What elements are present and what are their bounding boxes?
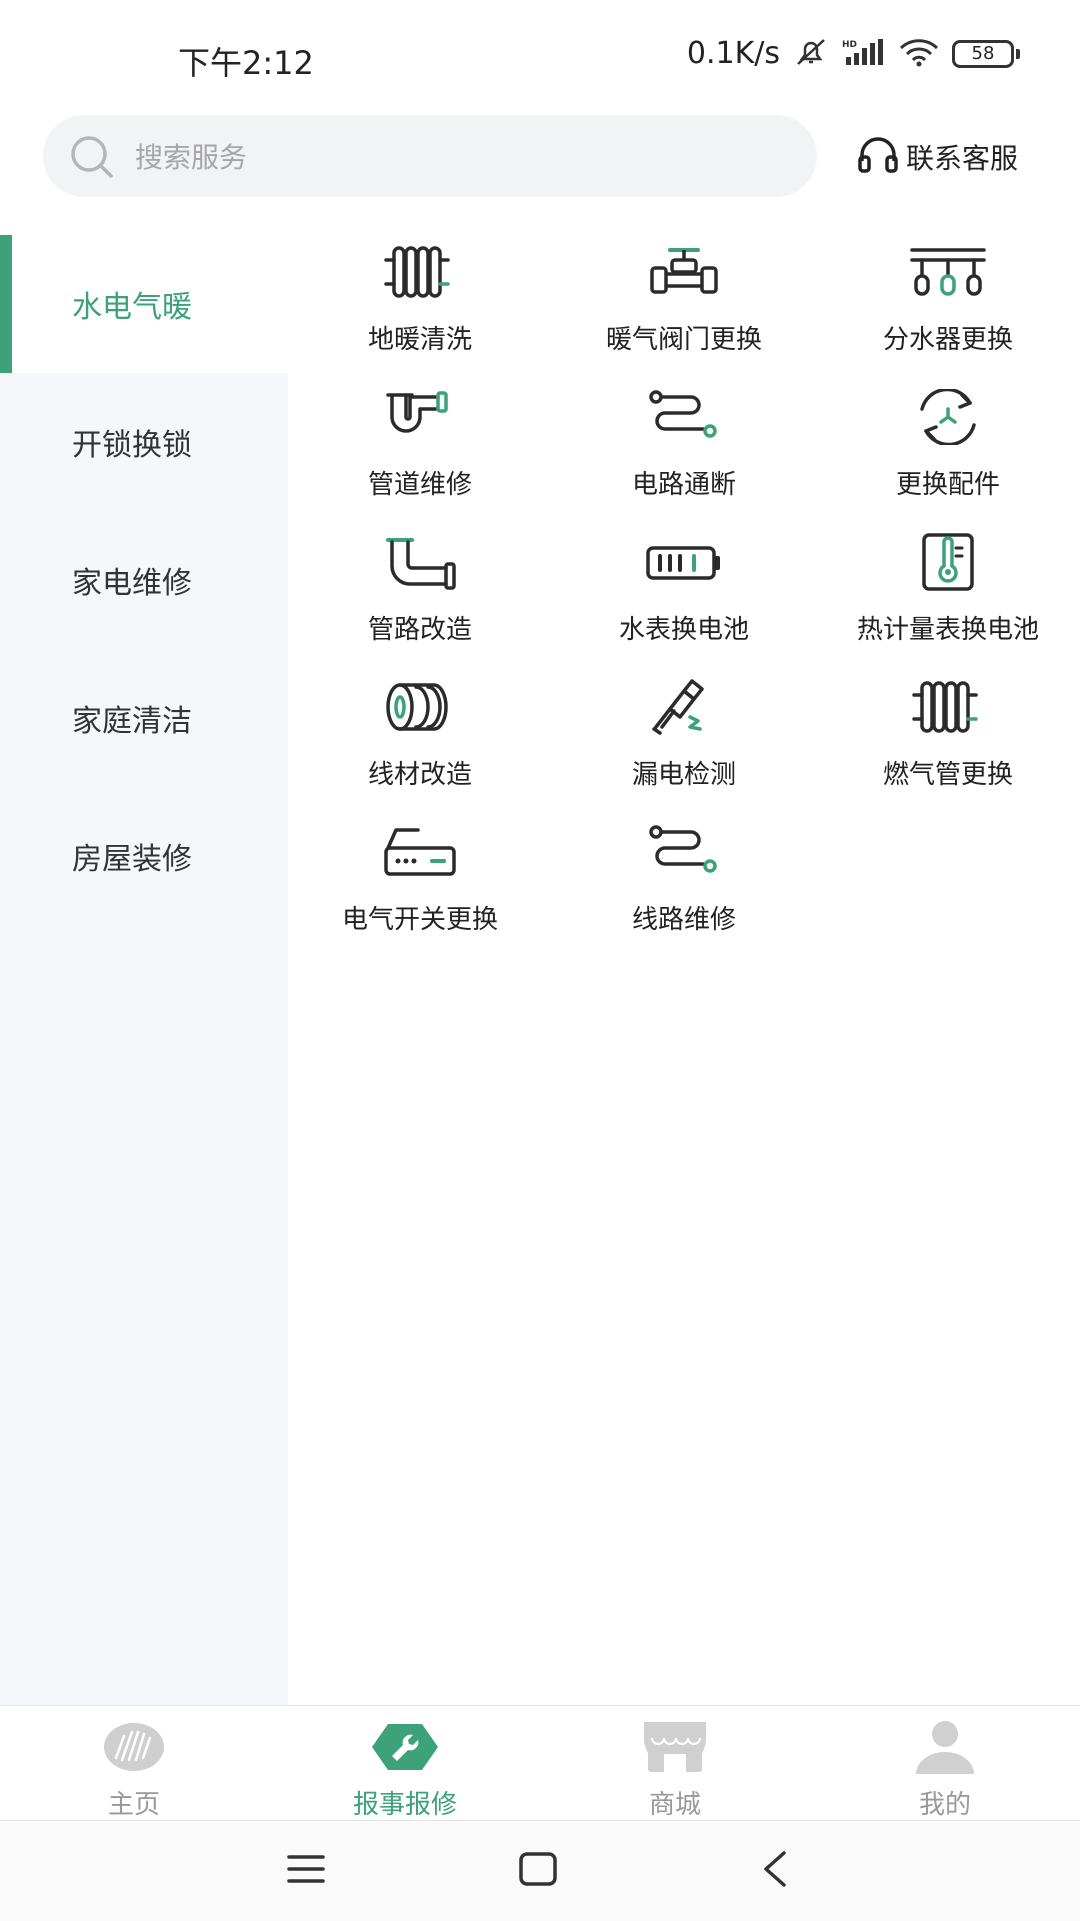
tab-label: 我的 — [918, 1790, 971, 1820]
tab-profile[interactable]: 我的 — [845, 1718, 1045, 1821]
back-icon[interactable] — [756, 1849, 796, 1893]
cable-icon — [642, 384, 726, 450]
service-label: 线路维修 — [631, 905, 736, 935]
wire-spool-icon — [378, 674, 462, 740]
service-label: 暖气阀门更换 — [605, 325, 762, 355]
radiator-icon — [378, 239, 462, 305]
wrench-icon — [370, 1718, 440, 1780]
bottom-tab-bar: 主页 报事报修 商城 我的 — [0, 1705, 1080, 1821]
sidebar-item-renovation[interactable]: 房屋装修 — [0, 787, 288, 925]
service-item[interactable]: 更换配件 — [816, 380, 1080, 525]
status-bar: 下午2:12 0.1K/s HD 58 — [0, 0, 1080, 110]
service-label: 漏电检测 — [631, 760, 736, 790]
tab-label: 主页 — [107, 1790, 160, 1820]
service-item[interactable]: 水表换电池 — [552, 525, 816, 670]
contact-support-button[interactable]: 联系客服 — [856, 135, 1018, 179]
battery-level: 58 — [952, 39, 1014, 68]
sidebar-item-utilities[interactable]: 水电气暖 — [0, 235, 288, 373]
sidebar-item-appliance-repair[interactable]: 家电维修 — [0, 511, 288, 649]
contact-support-label: 联系客服 — [906, 142, 1019, 175]
tab-home[interactable]: 主页 — [34, 1718, 234, 1821]
battery-indicator: 58 — [952, 39, 1020, 68]
drain-pipe-icon — [378, 384, 462, 450]
tab-store[interactable]: 商城 — [575, 1718, 775, 1821]
sidebar-item-cleaning[interactable]: 家庭清洁 — [0, 649, 288, 787]
store-icon — [640, 1718, 710, 1780]
valve-icon — [642, 239, 726, 305]
service-label: 水表换电池 — [618, 615, 749, 645]
system-nav-bar — [0, 1820, 1080, 1921]
cable-icon — [642, 819, 726, 885]
tab-label: 商城 — [648, 1790, 701, 1820]
service-label: 热计量表换电池 — [856, 615, 1039, 645]
home-logo-icon — [102, 1718, 166, 1780]
service-label: 分水器更换 — [882, 325, 1013, 355]
signal-icon: HD — [842, 37, 886, 71]
wifi-icon — [898, 37, 940, 71]
search-bar[interactable] — [43, 115, 817, 199]
spark-plug-icon — [642, 674, 726, 740]
manifold-icon — [906, 239, 990, 305]
service-item[interactable]: 地暖清洗 — [288, 235, 552, 380]
category-sidebar: 水电气暖 开锁换锁 家电维修 家庭清洁 房屋装修 — [0, 235, 288, 1705]
search-input[interactable] — [133, 115, 777, 199]
service-label: 电气开关更换 — [341, 905, 498, 935]
service-item[interactable]: 热计量表换电池 — [816, 525, 1080, 670]
sidebar-item-label: 房屋装修 — [72, 842, 192, 877]
network-speed: 0.1K/s — [686, 36, 780, 71]
status-time: 下午2:12 — [178, 44, 314, 82]
service-item[interactable]: 电气开关更换 — [288, 815, 552, 960]
home-button-icon[interactable] — [518, 1849, 558, 1893]
service-label: 线材改造 — [367, 760, 472, 790]
battery-tip — [1016, 48, 1020, 59]
elbow-pipe-icon — [378, 529, 462, 595]
sidebar-item-label: 家庭清洁 — [72, 704, 192, 739]
service-label: 电路通断 — [631, 470, 736, 500]
service-label: 管道维修 — [367, 470, 472, 500]
service-item[interactable]: 线材改造 — [288, 670, 552, 815]
service-item[interactable]: 线路维修 — [552, 815, 816, 960]
service-item[interactable]: 漏电检测 — [552, 670, 816, 815]
mute-icon — [792, 37, 830, 71]
sidebar-item-locks[interactable]: 开锁换锁 — [0, 373, 288, 511]
tab-label: 报事报修 — [352, 1790, 457, 1820]
switch-box-icon — [378, 819, 462, 885]
service-item[interactable]: 分水器更换 — [816, 235, 1080, 380]
service-item[interactable]: 暖气阀门更换 — [552, 235, 816, 380]
tab-repair[interactable]: 报事报修 — [305, 1718, 505, 1821]
sidebar-item-label: 水电气暖 — [72, 290, 192, 325]
search-icon — [69, 134, 115, 184]
radiator-icon — [906, 674, 990, 740]
battery-icon — [642, 529, 726, 595]
service-item[interactable]: 管道维修 — [288, 380, 552, 525]
service-item[interactable]: 电路通断 — [552, 380, 816, 525]
service-label: 管路改造 — [367, 615, 472, 645]
service-item[interactable]: 管路改造 — [288, 525, 552, 670]
service-label: 燃气管更换 — [882, 760, 1013, 790]
headset-icon — [856, 135, 900, 179]
replace-icon — [906, 384, 990, 450]
sidebar-item-label: 家电维修 — [72, 566, 192, 601]
thermometer-icon — [906, 529, 990, 595]
svg-text:HD: HD — [842, 40, 857, 50]
service-label: 地暖清洗 — [367, 325, 472, 355]
service-label: 更换配件 — [895, 470, 1000, 500]
menu-icon[interactable] — [286, 1849, 326, 1893]
status-indicators: 0.1K/s HD 58 — [687, 36, 1020, 71]
service-item[interactable]: 燃气管更换 — [816, 670, 1080, 815]
user-icon — [910, 1718, 980, 1780]
sidebar-item-label: 开锁换锁 — [72, 428, 192, 463]
